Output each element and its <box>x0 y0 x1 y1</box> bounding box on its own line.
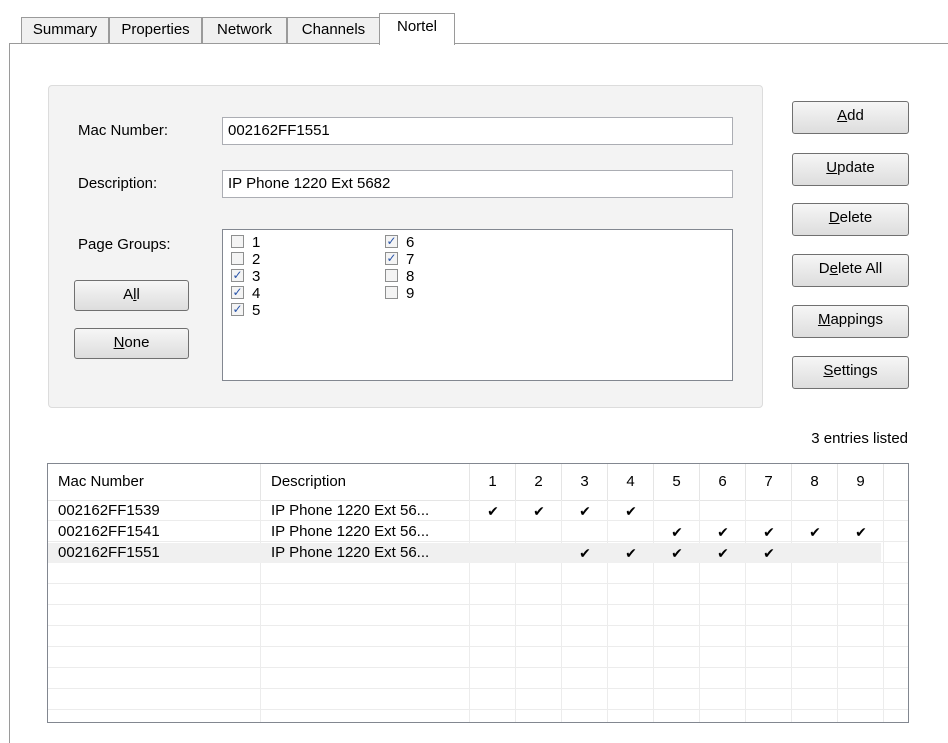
page-group-label: 3 <box>252 268 261 285</box>
check-icon: ✔ <box>533 503 545 519</box>
mac-number-label: Mac Number: <box>78 122 169 139</box>
add-button[interactable]: Add <box>792 101 909 134</box>
settings-button[interactable]: Settings <box>792 356 909 389</box>
page-group-checkbox-1[interactable]: 1 <box>231 234 260 251</box>
column-header-mac-number[interactable]: Mac Number <box>48 464 261 500</box>
check-icon: ✔ <box>717 545 729 561</box>
page-groups-checklist: 1 2 ✓ 3 ✓ 4 ✓ 5 ✓ 6 ✓ 7 8 9 <box>222 229 733 381</box>
cell-description: IP Phone 1220 Ext 56... <box>271 523 430 540</box>
check-icon: ✔ <box>579 545 591 561</box>
mappings-button[interactable]: Mappings <box>792 305 909 338</box>
table-row[interactable]: 002162FF1539 IP Phone 1220 Ext 56... ✔ ✔ ✔ ✔ <box>48 501 881 521</box>
column-header-group-7[interactable]: 7 <box>746 464 792 500</box>
column-header-group-1[interactable]: 1 <box>470 464 516 500</box>
check-icon: ✔ <box>855 524 867 540</box>
all-button[interactable]: All <box>74 280 189 311</box>
column-header-group-6[interactable]: 6 <box>700 464 746 500</box>
delete-button[interactable]: Delete <box>792 203 909 236</box>
tab-nortel[interactable]: Nortel <box>379 13 455 45</box>
page-group-checkbox-8[interactable]: 8 <box>385 268 414 285</box>
check-icon: ✔ <box>671 524 683 540</box>
grid-line <box>48 583 908 584</box>
tab-properties[interactable]: Properties <box>109 17 202 43</box>
mac-number-field[interactable]: 002162FF1551 <box>222 117 733 145</box>
table-row[interactable]: 002162FF1541 IP Phone 1220 Ext 56... ✔ ✔ ✔ ✔ ✔ <box>48 522 881 542</box>
tab-network[interactable]: Network <box>202 17 287 43</box>
cell-mac-number: 002162FF1551 <box>58 544 160 561</box>
cell-description: IP Phone 1220 Ext 56... <box>271 544 430 561</box>
cell-mac-number: 002162FF1539 <box>58 502 160 519</box>
grid-line <box>48 604 908 605</box>
checkbox-unchecked-icon[interactable] <box>231 251 244 265</box>
grid-line <box>48 646 908 647</box>
page-group-checkbox-4[interactable]: ✓ 4 <box>231 285 260 302</box>
check-icon: ✔ <box>809 524 821 540</box>
delete-all-button[interactable]: Delete All <box>792 254 909 287</box>
check-icon: ✔ <box>671 545 683 561</box>
column-header-group-3[interactable]: 3 <box>562 464 608 500</box>
entries-list[interactable]: Mac Number Description 1 2 3 4 5 6 7 8 9 002162FF1… <box>47 463 909 723</box>
checkbox-checked-icon[interactable]: ✓ <box>231 302 244 316</box>
page-group-label: 4 <box>252 285 261 302</box>
list-header: Mac Number Description 1 2 3 4 5 6 7 8 9 <box>48 464 908 501</box>
page-group-checkbox-7[interactable]: ✓ 7 <box>385 251 414 268</box>
tab-channels[interactable]: Channels <box>287 17 380 43</box>
checkbox-checked-icon[interactable]: ✓ <box>385 234 398 248</box>
grid-line <box>48 667 908 668</box>
update-button[interactable]: Update <box>792 153 909 186</box>
entries-count-status: 3 entries listed <box>811 430 908 447</box>
cell-mac-number: 002162FF1541 <box>58 523 160 540</box>
grid-line <box>48 709 908 710</box>
page-group-checkbox-6[interactable]: ✓ 6 <box>385 234 414 251</box>
page-group-checkbox-3[interactable]: ✓ 3 <box>231 268 260 285</box>
check-icon: ✔ <box>625 503 637 519</box>
checkbox-unchecked-icon[interactable] <box>385 285 398 299</box>
page-group-label: 1 <box>252 234 261 251</box>
column-header-group-2[interactable]: 2 <box>516 464 562 500</box>
checkbox-checked-icon[interactable]: ✓ <box>231 268 244 282</box>
checkbox-checked-icon[interactable]: ✓ <box>231 285 244 299</box>
table-row[interactable]: 002162FF1551 IP Phone 1220 Ext 56... ✔ ✔ ✔ ✔ ✔ <box>48 543 881 563</box>
check-icon: ✔ <box>487 503 499 519</box>
grid-line <box>48 625 908 626</box>
checkbox-unchecked-icon[interactable] <box>385 268 398 282</box>
description-field[interactable]: IP Phone 1220 Ext 5682 <box>222 170 733 198</box>
check-icon: ✔ <box>579 503 591 519</box>
checkbox-unchecked-icon[interactable] <box>231 234 244 248</box>
column-header-group-9[interactable]: 9 <box>838 464 884 500</box>
page-groups-label: Page Groups: <box>78 236 171 253</box>
page-group-label: 8 <box>406 268 415 285</box>
grid-line <box>48 688 908 689</box>
check-icon: ✔ <box>717 524 729 540</box>
page-group-label: 5 <box>252 302 261 319</box>
page-group-label: 2 <box>252 251 261 268</box>
cell-description: IP Phone 1220 Ext 56... <box>271 502 430 519</box>
page-group-checkbox-2[interactable]: 2 <box>231 251 260 268</box>
checkbox-checked-icon[interactable]: ✓ <box>385 251 398 265</box>
page-group-label: 7 <box>406 251 415 268</box>
page-group-checkbox-9[interactable]: 9 <box>385 285 414 302</box>
column-header-group-4[interactable]: 4 <box>608 464 654 500</box>
description-label: Description: <box>78 175 158 192</box>
page-group-checkbox-5[interactable]: ✓ 5 <box>231 302 260 319</box>
page-group-label: 9 <box>406 285 415 302</box>
tab-summary[interactable]: Summary <box>21 17 109 43</box>
page-group-label: 6 <box>406 234 415 251</box>
check-icon: ✔ <box>763 524 775 540</box>
none-button[interactable]: None <box>74 328 189 359</box>
check-icon: ✔ <box>763 545 775 561</box>
column-header-group-8[interactable]: 8 <box>792 464 838 500</box>
check-icon: ✔ <box>625 545 637 561</box>
column-header-group-5[interactable]: 5 <box>654 464 700 500</box>
column-header-description[interactable]: Description <box>261 464 470 500</box>
